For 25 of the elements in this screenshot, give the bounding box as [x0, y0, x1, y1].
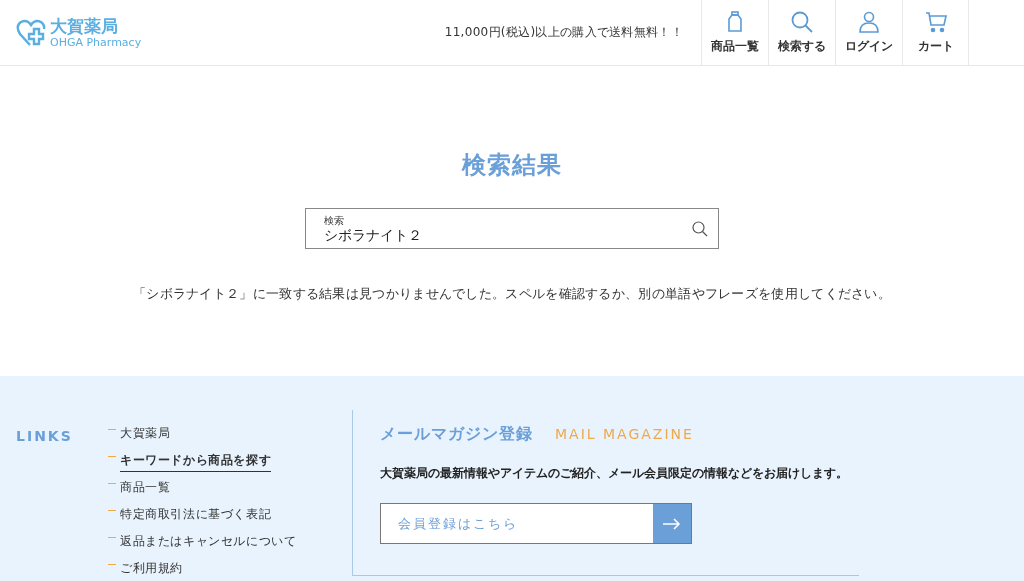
- newsletter-title: メールマガジン登録: [380, 424, 533, 445]
- footer-link[interactable]: 特定商取引法に基づく表記: [120, 506, 272, 525]
- newsletter-subtitle: MAIL MAGAZINE: [555, 426, 694, 442]
- logo-name: 大賀薬局: [50, 17, 119, 35]
- footer-link[interactable]: キーワードから商品を探す: [120, 452, 272, 472]
- cart-icon: [924, 10, 947, 33]
- footer-link[interactable]: 商品一覧: [120, 479, 171, 498]
- user-icon: [859, 10, 879, 33]
- search-input[interactable]: シボラナイト２: [324, 227, 624, 244]
- page-title: 検索結果: [462, 150, 562, 181]
- bottle-icon: [727, 10, 743, 33]
- no-results-message: 「シボラナイト２」に一致する結果は見つかりませんでした。スペルを確認するか、別の単語やフレーズを使用してください。: [132, 285, 892, 303]
- search-label: 検索: [324, 213, 345, 228]
- footer-link[interactable]: ご利用規約: [120, 560, 183, 579]
- search-icon: [791, 10, 813, 33]
- search-icon[interactable]: [692, 220, 708, 237]
- footer-link[interactable]: 返品またはキャンセルについて: [120, 533, 297, 552]
- newsletter-description: 大賀薬局の最新情報やアイテムのご紹介、メール会員限定の情報などをお届けします。: [380, 465, 849, 482]
- shipping-notice: 11,000円(税込)以上の購入で送料無料！！: [444, 24, 683, 41]
- footer-link[interactable]: 大賀薬局: [120, 425, 171, 444]
- arrow-icon: [663, 517, 681, 530]
- links-heading: LINKS: [15, 427, 74, 444]
- logo-subtitle: OHGA Pharmacy: [50, 36, 142, 48]
- search-field[interactable]: 検索 シボラナイト２: [305, 208, 719, 249]
- nav-button[interactable]: カート: [902, 0, 969, 65]
